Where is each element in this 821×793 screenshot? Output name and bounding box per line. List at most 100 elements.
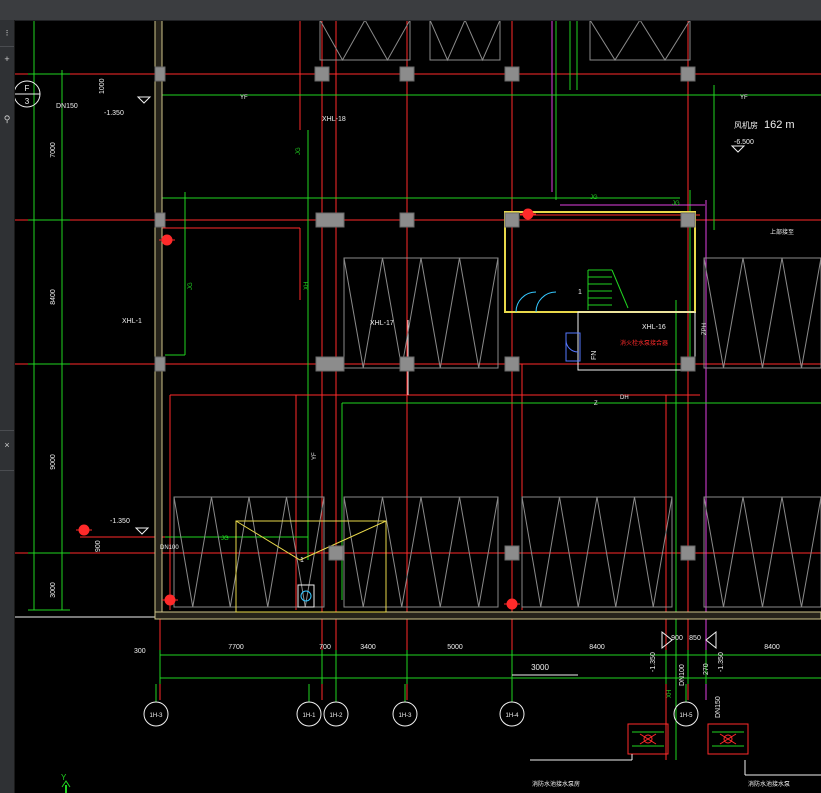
label-jg: JG — [188, 282, 194, 290]
elevation-marker — [134, 527, 150, 535]
label-dimension: 8400 — [589, 644, 605, 651]
label-xhl18: XHL-18 — [322, 116, 346, 123]
structural-column — [680, 66, 696, 82]
axis-bubble-top: F — [25, 84, 30, 93]
label-elevation: -1.350 — [650, 652, 657, 672]
label-dim: 900 — [95, 540, 102, 552]
label-left-dimension: 3000 — [50, 582, 57, 598]
label-dn100: DN100 — [160, 545, 179, 551]
label-yf: YF — [312, 452, 318, 460]
parking-zigzag — [319, 21, 411, 62]
label-room: 风机房 — [734, 120, 758, 130]
pan-icon[interactable]: ⁝ — [1, 26, 13, 40]
label-dimension: 270 — [703, 663, 710, 675]
label-num: 1 — [578, 289, 582, 296]
parking-bay — [703, 496, 821, 608]
structural-column — [504, 66, 520, 82]
columns-layer — [154, 66, 696, 561]
label-zp: ZPH — [702, 323, 708, 335]
label-jg: JG — [296, 147, 302, 155]
label-elevation: -1.350 — [718, 652, 725, 672]
label-dimension: 5000 — [447, 644, 463, 651]
label-note: 消防水池接水泵 — [748, 780, 790, 788]
label-jg: JG — [221, 536, 229, 542]
label-elevation: -1.350 — [104, 110, 124, 117]
axis-bubble-label: 1H-3 — [398, 713, 412, 719]
parking-bay — [343, 257, 499, 369]
axis-bubble-label: 1H-4 — [505, 713, 519, 719]
label-pipe: 上部接至 — [770, 228, 794, 236]
label-dh: DH — [620, 395, 629, 401]
structural-column — [680, 212, 696, 228]
label-left-dimension: 8400 — [50, 289, 57, 305]
door-swing — [515, 291, 537, 313]
left-tool-panel: ⁝ + ⚲ × — [0, 20, 15, 793]
label-xh: XH — [304, 282, 310, 290]
ucs-label: Y — [61, 773, 67, 782]
cad-drawing[interactable]: F 3 DN150 1000 -1.350 YF YF XHL-18 JG 风机房 162 m -6.… — [15, 21, 821, 793]
application-toolbar — [0, 0, 821, 21]
axis-bubble-label: 1H-5 — [679, 713, 693, 719]
structural-column — [680, 356, 696, 372]
label-jg: JG — [590, 195, 598, 201]
label-dimension: 700 — [319, 644, 331, 651]
parking-zigzag — [343, 257, 499, 369]
axis-bubble-label: 1H-2 — [329, 713, 343, 719]
structural-column — [399, 212, 415, 228]
label-num: 1 — [300, 557, 304, 564]
axis-bubble-label: 1H-3 — [149, 713, 163, 719]
label-area: 162 m — [764, 119, 795, 131]
label-dn: DN150 — [715, 696, 722, 718]
parking-bay — [589, 21, 691, 61]
label-dimension: 300 — [134, 648, 146, 655]
parking-bay — [521, 496, 673, 608]
label-dim: 1000 — [99, 78, 106, 94]
annotations-layer: F 3 DN150 1000 -1.350 YF YF XHL-18 JG 风机房 162 m -6.… — [15, 78, 821, 793]
structural-column — [504, 545, 520, 561]
label-dimension: 3000 — [531, 663, 549, 672]
structural-column — [328, 545, 344, 561]
parking-zigzag — [173, 496, 325, 608]
label-dimension: 850 — [689, 635, 701, 642]
structural-column — [154, 356, 166, 372]
parking-zigzag — [590, 21, 690, 61]
parking-zigzag — [343, 496, 499, 608]
elevation-marker — [705, 630, 717, 650]
structural-column — [504, 356, 520, 372]
label-xhl16: XHL-16 — [642, 324, 666, 331]
close-icon[interactable]: × — [1, 438, 13, 452]
label-fan: FN — [591, 351, 598, 360]
label-elevation: -6.500 — [734, 139, 754, 146]
search-icon[interactable]: ⚲ — [1, 112, 13, 126]
axis-bubble-bottom: 3 — [25, 97, 30, 106]
door-swing — [565, 339, 579, 353]
parking-bay — [703, 257, 821, 369]
panel-divider — [0, 430, 14, 431]
label-xhl17: XHL-17 — [370, 320, 394, 327]
drawing-canvas[interactable]: F 3 DN150 1000 -1.350 YF YF XHL-18 JG 风机房 162 m -6.… — [15, 21, 821, 793]
structural-column — [154, 66, 166, 82]
label-yf: YF — [240, 95, 248, 101]
parking-zigzag — [703, 496, 821, 608]
label-left-dimension: 9000 — [50, 454, 57, 470]
axis-bubble-label: 1H-1 — [302, 713, 316, 719]
parking-bay — [429, 21, 501, 61]
structural-column — [399, 356, 415, 372]
stair-edge — [611, 269, 629, 309]
label-note: 消防水池接水泵房 — [532, 780, 580, 788]
label-dimension: 8400 — [764, 644, 780, 651]
structural-column — [315, 212, 345, 228]
parking-zigzag — [521, 496, 673, 608]
parking-bay — [343, 496, 499, 608]
label-dn150: DN150 — [56, 103, 78, 110]
zoom-icon[interactable]: + — [1, 52, 13, 66]
label-yf: YF — [740, 95, 748, 101]
door-swing — [535, 291, 557, 313]
label-dimension: 900 — [671, 635, 683, 642]
label-dn: DN100 — [679, 664, 686, 686]
walls-layer — [154, 21, 821, 620]
label-elevation: -1.350 — [110, 518, 130, 525]
room-stair — [504, 211, 696, 313]
fire-cabinet-icon — [300, 590, 312, 602]
elevation-marker — [136, 96, 152, 104]
